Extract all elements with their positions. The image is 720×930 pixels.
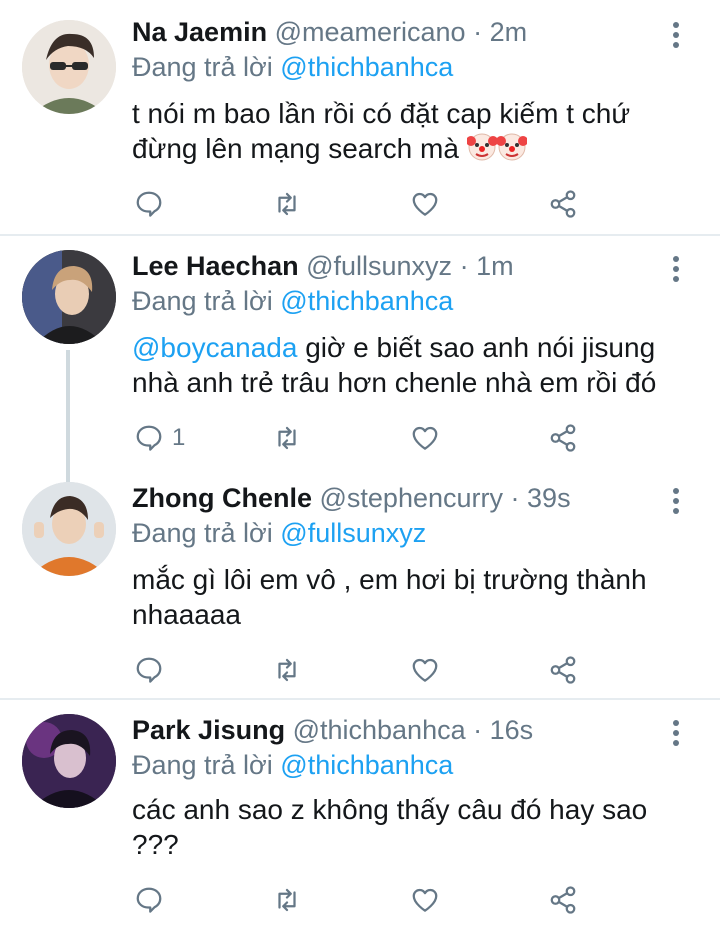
avatar[interactable] bbox=[22, 714, 116, 808]
tweet-item[interactable]: Lee Haechan @fullsunxyz · 1m Đang trả lờ… bbox=[0, 236, 720, 468]
tweet-item[interactable]: Zhong Chenle @stephencurry · 39s Đang tr… bbox=[0, 468, 720, 700]
tweet-header: Lee Haechan @fullsunxyz · 1m bbox=[132, 246, 514, 286]
tweet-actions bbox=[132, 184, 592, 224]
retweet-button[interactable] bbox=[272, 184, 302, 224]
user-handle[interactable]: @meamericano bbox=[275, 17, 466, 47]
tweet-text: mắc gì lôi em vô , em hơi bị trường thàn… bbox=[132, 564, 647, 630]
user-handle[interactable]: @fullsunxyz bbox=[306, 251, 452, 281]
reply-icon bbox=[136, 887, 162, 913]
retweet-icon bbox=[278, 192, 296, 216]
tweet-text: các anh sao z không thấy câu đó hay sao … bbox=[132, 794, 648, 860]
more-icon[interactable] bbox=[670, 488, 682, 518]
tweet-actions bbox=[132, 650, 592, 690]
reply-icon bbox=[136, 425, 162, 451]
tweet-actions bbox=[132, 880, 592, 920]
reply-to-mention[interactable]: @thichbanhca bbox=[280, 750, 453, 780]
reply-button[interactable] bbox=[134, 880, 170, 920]
replying-to: Đang trả lời @thichbanhca bbox=[132, 286, 453, 317]
more-icon[interactable] bbox=[670, 720, 682, 750]
clown-face-emoji bbox=[495, 132, 528, 170]
separator: · bbox=[459, 251, 469, 281]
replying-to: Đang trả lời @fullsunxyz bbox=[132, 518, 426, 549]
like-button[interactable] bbox=[410, 650, 440, 690]
display-name[interactable]: Park Jisung bbox=[132, 715, 285, 745]
reply-button[interactable]: 1 bbox=[134, 418, 185, 458]
display-name[interactable]: Lee Haechan bbox=[132, 251, 299, 281]
reply-prefix: Đang trả lời bbox=[132, 52, 273, 82]
like-icon bbox=[412, 888, 438, 912]
tweet-text: t nói m bao lần rồi có đặt cap kiếm t ch… bbox=[132, 96, 692, 170]
tweet-text: @boycanada giờ e biết sao anh nói jisung… bbox=[132, 330, 692, 400]
reply-icon bbox=[136, 191, 162, 217]
retweet-icon bbox=[278, 658, 296, 682]
like-icon bbox=[412, 658, 438, 682]
retweet-button[interactable] bbox=[272, 650, 302, 690]
share-icon bbox=[550, 424, 576, 452]
tweet-header: Park Jisung @thichbanhca · 16s bbox=[132, 710, 533, 750]
reply-button[interactable] bbox=[134, 184, 170, 224]
tweet-actions: 1 bbox=[132, 418, 592, 458]
tweet-item[interactable]: Na Jaemin @meamericano · 2m Đang trả lời… bbox=[0, 0, 720, 236]
reply-icon bbox=[136, 657, 162, 683]
more-icon[interactable] bbox=[670, 22, 682, 52]
reply-button[interactable] bbox=[134, 650, 170, 690]
clown-face-emoji bbox=[465, 132, 498, 170]
replying-to: Đang trả lời @thichbanhca bbox=[132, 52, 453, 83]
user-handle[interactable]: @stephencurry bbox=[320, 483, 504, 513]
like-icon bbox=[412, 426, 438, 450]
avatar[interactable] bbox=[22, 20, 116, 114]
tweet-item[interactable]: Park Jisung @thichbanhca · 16s Đang trả … bbox=[0, 700, 720, 930]
retweet-button[interactable] bbox=[272, 418, 302, 458]
reply-count: 1 bbox=[172, 424, 186, 451]
retweet-icon bbox=[278, 426, 296, 450]
share-button[interactable] bbox=[548, 418, 578, 458]
separator: · bbox=[473, 715, 483, 745]
inline-mention[interactable]: @boycanada bbox=[132, 332, 297, 363]
user-handle[interactable]: @thichbanhca bbox=[293, 715, 466, 745]
like-button[interactable] bbox=[410, 184, 440, 224]
tweet-header: Na Jaemin @meamericano · 2m bbox=[132, 12, 527, 52]
replying-to: Đang trả lời @thichbanhca bbox=[132, 750, 453, 781]
tweet-header: Zhong Chenle @stephencurry · 39s bbox=[132, 478, 571, 518]
share-button[interactable] bbox=[548, 880, 578, 920]
share-icon bbox=[550, 656, 576, 684]
timestamp[interactable]: 16s bbox=[490, 715, 534, 745]
reply-prefix: Đang trả lời bbox=[132, 286, 273, 316]
timestamp[interactable]: 2m bbox=[490, 17, 528, 47]
share-button[interactable] bbox=[548, 650, 578, 690]
more-icon[interactable] bbox=[670, 256, 682, 286]
reply-prefix: Đang trả lời bbox=[132, 518, 273, 548]
retweet-button[interactable] bbox=[272, 880, 302, 920]
separator: · bbox=[510, 483, 520, 513]
timestamp[interactable]: 39s bbox=[527, 483, 571, 513]
display-name[interactable]: Zhong Chenle bbox=[132, 483, 312, 513]
like-button[interactable] bbox=[410, 418, 440, 458]
reply-to-mention[interactable]: @thichbanhca bbox=[280, 52, 453, 82]
reply-to-mention[interactable]: @thichbanhca bbox=[280, 286, 453, 316]
reply-prefix: Đang trả lời bbox=[132, 750, 273, 780]
like-button[interactable] bbox=[410, 880, 440, 920]
share-icon bbox=[550, 190, 576, 218]
like-icon bbox=[412, 192, 438, 216]
separator: · bbox=[473, 17, 483, 47]
timestamp[interactable]: 1m bbox=[476, 251, 514, 281]
share-button[interactable] bbox=[548, 184, 578, 224]
avatar[interactable] bbox=[22, 250, 116, 344]
avatar[interactable] bbox=[22, 482, 116, 576]
display-name[interactable]: Na Jaemin bbox=[132, 17, 267, 47]
share-icon bbox=[550, 886, 576, 914]
retweet-icon bbox=[278, 888, 296, 912]
tweet-text-content: t nói m bao lần rồi có đặt cap kiếm t ch… bbox=[132, 98, 631, 164]
reply-to-mention[interactable]: @fullsunxyz bbox=[280, 518, 426, 548]
